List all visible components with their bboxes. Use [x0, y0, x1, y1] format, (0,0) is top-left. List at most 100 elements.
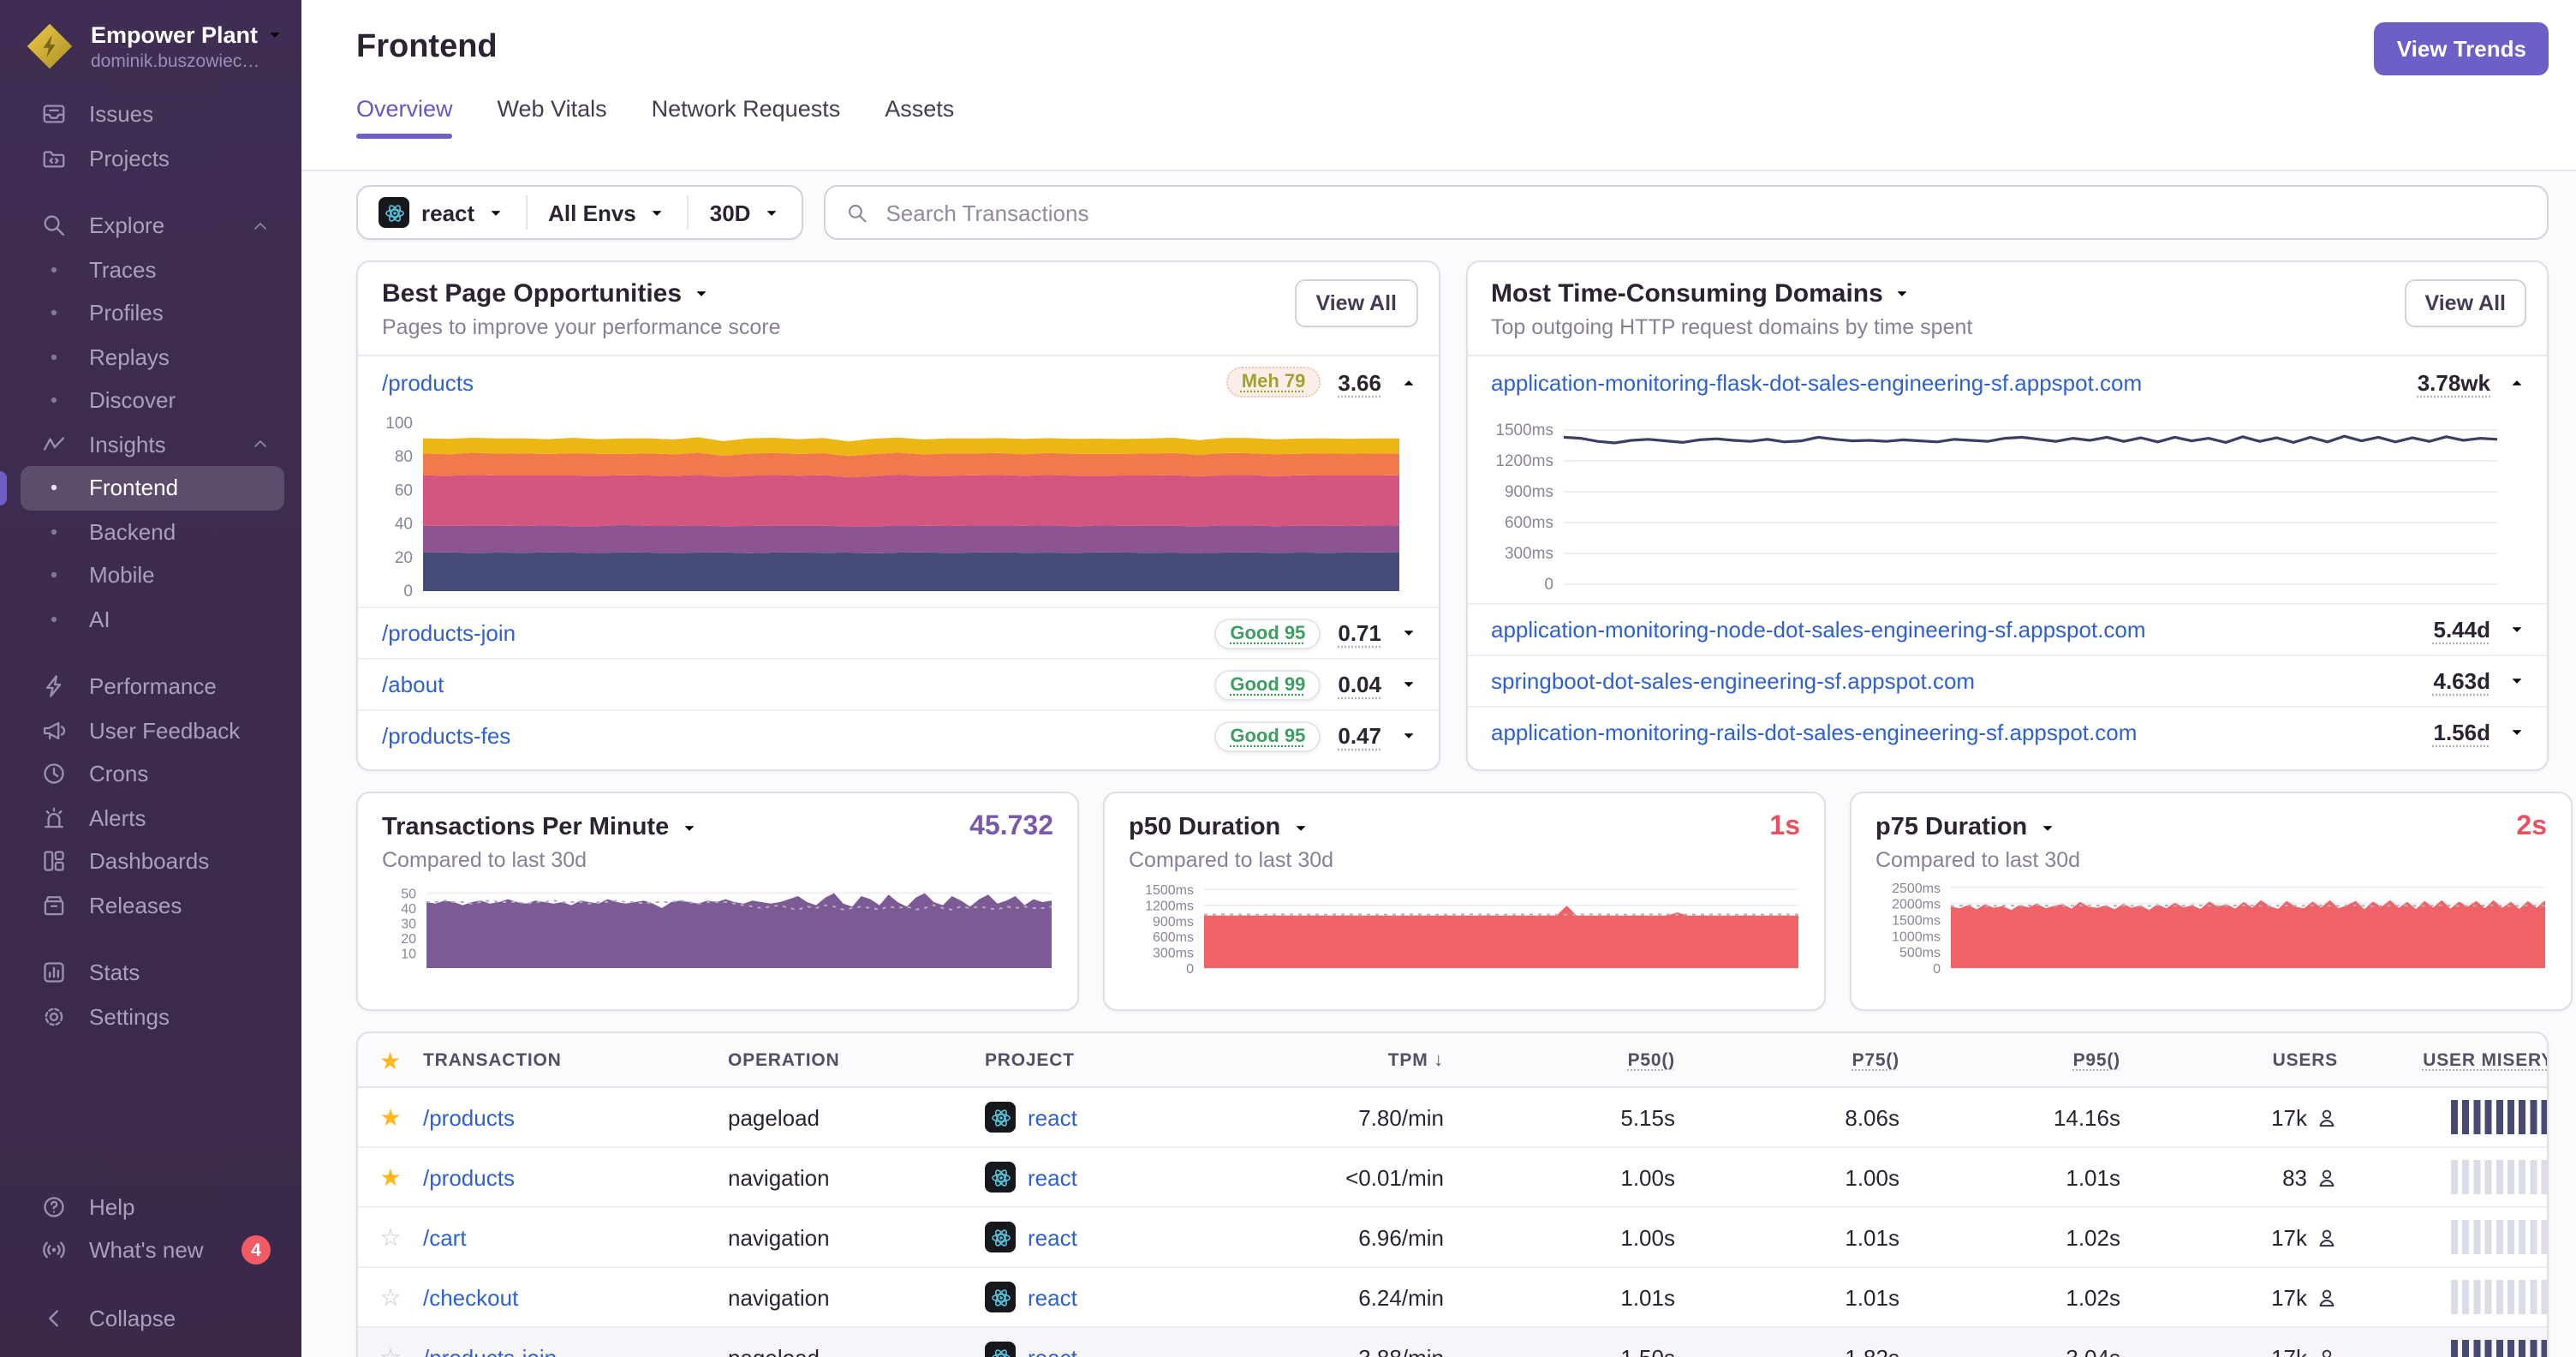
chevron-down-icon[interactable]: [1291, 818, 1309, 837]
chevron-down-icon[interactable]: [2507, 723, 2526, 742]
stat-title[interactable]: p50 Duration: [1129, 814, 1280, 841]
view-all-button[interactable]: View All: [2404, 279, 2526, 327]
chevron-down-icon[interactable]: [2507, 672, 2526, 690]
favorite-star-icon[interactable]: ★: [379, 1165, 401, 1189]
view-all-button[interactable]: View All: [1295, 279, 1417, 327]
col-users[interactable]: USERS: [2120, 1049, 2338, 1070]
domain-row[interactable]: springboot-dot-sales-engineering-sf.apps…: [1467, 655, 2547, 706]
sidebar-item[interactable]: Frontend: [0, 466, 284, 510]
opportunity-row[interactable]: /products-fes Good 95 0.47: [358, 709, 1438, 761]
sidebar-item[interactable]: Explore: [21, 204, 284, 248]
stat-title[interactable]: Transactions Per Minute: [382, 814, 669, 841]
sidebar-item[interactable]: Settings: [21, 995, 284, 1038]
opportunity-row[interactable]: /about Good 99 0.04: [358, 658, 1438, 709]
sidebar-item[interactable]: Mobile: [21, 553, 284, 597]
sidebar-item[interactable]: Discover: [21, 379, 284, 422]
project-cell[interactable]: react: [985, 1102, 1242, 1133]
sidebar-footer-item[interactable]: Help: [21, 1185, 284, 1228]
transaction-link[interactable]: /products-join: [423, 1344, 557, 1357]
page-link[interactable]: /products: [382, 369, 474, 395]
panel-title[interactable]: Best Page Opportunities: [382, 279, 781, 308]
opportunity-row[interactable]: /products-join Good 95 0.71: [358, 607, 1438, 658]
project-filter[interactable]: react: [358, 187, 526, 238]
tab[interactable]: Web Vitals: [498, 96, 607, 137]
sidebar-item[interactable]: AI: [21, 597, 284, 641]
domain-link[interactable]: application-monitoring-flask-dot-sales-e…: [1491, 369, 2142, 395]
chevron-up-icon[interactable]: [1398, 373, 1417, 392]
favorite-star-icon[interactable]: ★: [379, 1105, 401, 1129]
project-cell[interactable]: react: [985, 1162, 1242, 1193]
search-box[interactable]: [824, 185, 2549, 240]
col-p75[interactable]: P75(): [1675, 1049, 1899, 1070]
collapse-button[interactable]: Collapse: [21, 1296, 284, 1340]
sidebar-item[interactable]: Profiles: [21, 291, 284, 335]
table-row[interactable]: ☆ /checkout navigation react 6.24/min 1.…: [358, 1268, 2547, 1328]
chevron-down-icon[interactable]: [2037, 818, 2056, 837]
chevron-down-icon[interactable]: [1398, 726, 1417, 745]
page-link[interactable]: /products-join: [382, 620, 516, 646]
sidebar-item[interactable]: Issues: [21, 93, 284, 136]
favorite-star-icon[interactable]: ☆: [379, 1285, 401, 1309]
org-switcher[interactable]: Empower Plant dominik.buszowiec…: [21, 17, 301, 93]
sidebar-item[interactable]: Traces: [21, 248, 284, 291]
chevron-down-icon[interactable]: [679, 818, 698, 837]
sidebar-item[interactable]: Replays: [21, 335, 284, 379]
project-cell[interactable]: react: [985, 1282, 1242, 1312]
opportunity-row-expanded[interactable]: /products Meh 79 3.66: [358, 356, 1438, 408]
domain-link[interactable]: springboot-dot-sales-engineering-sf.apps…: [1491, 668, 1975, 694]
project-cell[interactable]: react: [985, 1342, 1242, 1357]
project-link[interactable]: react: [1028, 1104, 1077, 1130]
page-link[interactable]: /products-fes: [382, 723, 510, 749]
project-link[interactable]: react: [1028, 1344, 1077, 1357]
col-user-misery[interactable]: USER MISERY: [2338, 1049, 2547, 1070]
col-operation[interactable]: OPERATION: [728, 1049, 985, 1070]
sidebar-footer-item[interactable]: What's new 4: [21, 1228, 284, 1272]
chevron-down-icon[interactable]: [2507, 620, 2526, 639]
favorite-star-header-icon[interactable]: ★: [379, 1048, 402, 1072]
table-row[interactable]: ★ /products pageload react 7.80/min 5.15…: [358, 1088, 2547, 1148]
col-project[interactable]: PROJECT: [985, 1049, 1242, 1070]
panel-title[interactable]: Most Time-Consuming Domains: [1491, 279, 1972, 308]
tab[interactable]: Assets: [885, 96, 954, 137]
project-link[interactable]: react: [1028, 1164, 1077, 1190]
sidebar-item[interactable]: Projects: [21, 136, 284, 180]
favorite-star-icon[interactable]: ☆: [379, 1345, 401, 1357]
chevron-up-icon[interactable]: [2507, 373, 2526, 392]
date-range-filter[interactable]: 30D: [689, 187, 802, 238]
domain-row[interactable]: application-monitoring-rails-dot-sales-e…: [1467, 706, 2547, 757]
sidebar-item[interactable]: User Feedback: [21, 708, 284, 752]
table-row[interactable]: ★ /products navigation react <0.01/min 1…: [358, 1148, 2547, 1208]
project-link[interactable]: react: [1028, 1224, 1077, 1250]
sidebar-item[interactable]: Stats: [21, 951, 284, 995]
domain-link[interactable]: application-monitoring-rails-dot-sales-e…: [1491, 720, 2137, 745]
transaction-link[interactable]: /cart: [423, 1224, 467, 1250]
transaction-link[interactable]: /products: [423, 1104, 515, 1130]
sidebar-item[interactable]: Dashboards: [21, 840, 284, 883]
search-input[interactable]: [882, 198, 2526, 227]
domain-row-expanded[interactable]: application-monitoring-flask-dot-sales-e…: [1467, 356, 2547, 408]
tab[interactable]: Network Requests: [652, 96, 841, 137]
sidebar-item[interactable]: Releases: [21, 883, 284, 927]
sidebar-item[interactable]: Backend: [21, 510, 284, 553]
sidebar-item[interactable]: Crons: [21, 752, 284, 796]
col-tpm[interactable]: TPM ↓: [1242, 1049, 1444, 1070]
project-link[interactable]: react: [1028, 1284, 1077, 1310]
table-row[interactable]: ☆ /products-join pageload react 3.88/min…: [358, 1328, 2547, 1357]
project-cell[interactable]: react: [985, 1222, 1242, 1252]
chevron-down-icon[interactable]: [1398, 675, 1417, 694]
table-row[interactable]: ☆ /cart navigation react 6.96/min 1.00s …: [358, 1208, 2547, 1268]
page-link[interactable]: /about: [382, 672, 444, 697]
sidebar-item[interactable]: Alerts: [21, 796, 284, 840]
col-p50[interactable]: P50(): [1444, 1049, 1675, 1070]
transaction-link[interactable]: /products: [423, 1164, 515, 1190]
col-p95[interactable]: P95(): [1899, 1049, 2120, 1070]
sidebar-item[interactable]: Performance: [21, 665, 284, 708]
view-trends-button[interactable]: View Trends: [2374, 22, 2549, 75]
tab[interactable]: Overview: [356, 96, 454, 139]
environment-filter[interactable]: All Envs: [528, 187, 688, 238]
chevron-down-icon[interactable]: [1398, 624, 1417, 643]
stat-title[interactable]: p75 Duration: [1875, 814, 2027, 841]
col-transaction[interactable]: TRANSACTION: [423, 1049, 728, 1070]
favorite-star-icon[interactable]: ☆: [379, 1225, 401, 1249]
sidebar-item[interactable]: Insights: [21, 422, 284, 466]
